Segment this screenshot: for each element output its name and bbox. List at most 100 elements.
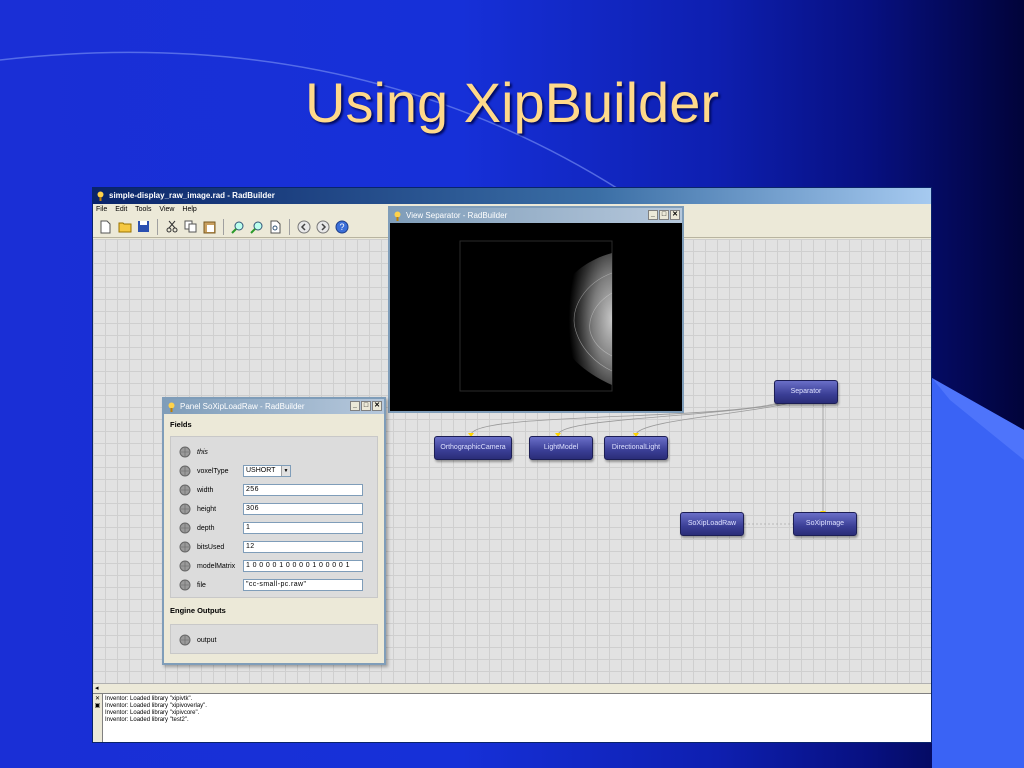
- view-window-controls: _ □ ✕: [648, 210, 680, 220]
- restore-icon[interactable]: ▣: [93, 703, 102, 710]
- field-row-width: width 256: [179, 483, 363, 497]
- close-icon[interactable]: ✕: [93, 696, 102, 703]
- field-name: this: [197, 448, 208, 456]
- save-button[interactable]: [135, 218, 152, 235]
- field-row-modelmatrix: modelMatrix 1 0 0 0 0 1 0 0 0 0 1 0 0 0 …: [179, 559, 363, 573]
- back-arrow-icon: [297, 220, 310, 233]
- new-file-button[interactable]: [97, 218, 114, 235]
- scroll-left-icon[interactable]: ◂: [95, 685, 99, 692]
- clipboard-icon: [203, 221, 216, 233]
- depth-input[interactable]: 1: [243, 522, 363, 534]
- zoom-in-icon: [230, 221, 243, 234]
- menu-edit[interactable]: Edit: [115, 206, 127, 213]
- toolbar-separator: [223, 218, 224, 235]
- node-separator[interactable]: Separator: [774, 380, 838, 404]
- minimize-button[interactable]: _: [350, 401, 360, 411]
- voxeltype-select[interactable]: USHORT ▼: [243, 465, 291, 477]
- minimize-button[interactable]: _: [648, 210, 658, 220]
- node-soxip-load-raw[interactable]: SoXipLoadRaw: [680, 512, 744, 536]
- view-window-title: View Separator - RadBuilder: [406, 211, 508, 220]
- cut-button[interactable]: [163, 218, 180, 235]
- node-soxip-image[interactable]: SoXipImage: [793, 512, 857, 536]
- file-input[interactable]: "cc-small-pc.raw": [243, 579, 363, 591]
- maximize-button[interactable]: □: [659, 210, 669, 220]
- zoom-out-icon: [249, 221, 262, 234]
- field-sphere-icon: [179, 446, 191, 458]
- help-button[interactable]: ?: [333, 218, 350, 235]
- toolbar-separator: [157, 218, 158, 235]
- bitsused-input[interactable]: 12: [243, 541, 363, 553]
- menu-view[interactable]: View: [159, 206, 174, 213]
- fields-label: Fields: [170, 420, 192, 429]
- log-lines: Inventor: Loaded library "xipivtk". Inve…: [105, 696, 207, 724]
- modelmatrix-input[interactable]: 1 0 0 0 0 1 0 0 0 0 1 0 0 0 0 1: [243, 560, 363, 572]
- field-sphere-icon: [179, 541, 191, 553]
- output-name: output: [197, 636, 217, 644]
- app-icon: [394, 211, 401, 221]
- new-file-icon: [100, 220, 111, 233]
- panel-window-title: Panel SoXipLoadRaw - RadBuilder: [180, 402, 305, 411]
- menu-file[interactable]: File: [96, 206, 107, 213]
- node-orthographic-camera[interactable]: OrthographicCamera: [434, 436, 512, 460]
- field-row-height: height 306: [179, 502, 363, 516]
- forward-button[interactable]: [314, 218, 331, 235]
- mammogram-image: [390, 223, 682, 411]
- page-search-icon: [270, 220, 281, 233]
- zoom-in-button[interactable]: [229, 218, 246, 235]
- field-row-depth: depth 1: [179, 521, 363, 535]
- copy-button[interactable]: [182, 218, 199, 235]
- view-titlebar[interactable]: View Separator - RadBuilder _ □ ✕: [390, 208, 682, 223]
- folder-icon: [118, 222, 131, 232]
- maximize-button[interactable]: □: [361, 401, 371, 411]
- log-line: Inventor: Loaded library "test2".: [105, 717, 189, 723]
- field-row-voxeltype: voxelType USHORT ▼: [179, 464, 291, 478]
- width-input[interactable]: 256: [243, 484, 363, 496]
- view-separator-window: View Separator - RadBuilder _ □ ✕: [388, 206, 684, 413]
- scissors-icon: [166, 220, 177, 233]
- output-sphere-icon: [179, 634, 191, 646]
- voxeltype-value: USHORT: [246, 467, 276, 474]
- save-icon: [138, 221, 149, 232]
- app-icon: [168, 402, 175, 412]
- paste-button[interactable]: [201, 218, 218, 235]
- node-directional-light[interactable]: DirectionalLight: [604, 436, 668, 460]
- field-sphere-icon: [179, 579, 191, 591]
- close-button[interactable]: ✕: [372, 401, 382, 411]
- field-row-this: this: [179, 445, 243, 459]
- field-name: bitsUsed: [197, 543, 225, 551]
- page-button[interactable]: [267, 218, 284, 235]
- field-name: width: [197, 486, 214, 494]
- field-sphere-icon: [179, 560, 191, 572]
- field-name: voxelType: [197, 467, 229, 475]
- toolbar-separator: [289, 218, 290, 235]
- fields-group: this voxelType USHORT ▼ width 256 height…: [170, 436, 378, 598]
- field-row-file: file "cc-small-pc.raw": [179, 578, 363, 592]
- back-button[interactable]: [295, 218, 312, 235]
- height-input[interactable]: 306: [243, 503, 363, 515]
- field-sphere-icon: [179, 503, 191, 515]
- field-name: depth: [197, 524, 215, 532]
- open-button[interactable]: [116, 218, 133, 235]
- close-button[interactable]: ✕: [670, 210, 680, 220]
- main-titlebar[interactable]: simple-display_raw_image.rad - RadBuilde…: [93, 188, 931, 204]
- horizontal-scrollbar[interactable]: ◂: [93, 683, 931, 693]
- help-icon: ?: [335, 220, 348, 233]
- panel-window-controls: _ □ ✕: [350, 401, 382, 411]
- field-name: file: [197, 581, 206, 589]
- app-icon: [97, 191, 104, 201]
- field-row-bitsused: bitsUsed 12: [179, 540, 363, 554]
- log-line: Inventor: Loaded library "xipivcore".: [105, 710, 200, 716]
- log-panel: ✕ ▣ Inventor: Loaded library "xipivtk". …: [93, 693, 931, 742]
- panel-titlebar[interactable]: Panel SoXipLoadRaw - RadBuilder _ □ ✕: [164, 399, 384, 414]
- chevron-down-icon[interactable]: ▼: [281, 466, 290, 476]
- slide-title: Using XipBuilder: [305, 71, 719, 134]
- main-window-title: simple-display_raw_image.rad - RadBuilde…: [109, 191, 275, 200]
- log-line: Inventor: Loaded library "xipivoverlay".: [105, 703, 207, 709]
- zoom-out-button[interactable]: [248, 218, 265, 235]
- menu-help[interactable]: Help: [182, 206, 196, 213]
- copy-icon: [184, 220, 197, 233]
- node-light-model[interactable]: LightModel: [529, 436, 593, 460]
- field-sphere-icon: [179, 465, 191, 477]
- menu-tools[interactable]: Tools: [135, 206, 151, 213]
- log-gutter: ✕ ▣: [93, 694, 103, 742]
